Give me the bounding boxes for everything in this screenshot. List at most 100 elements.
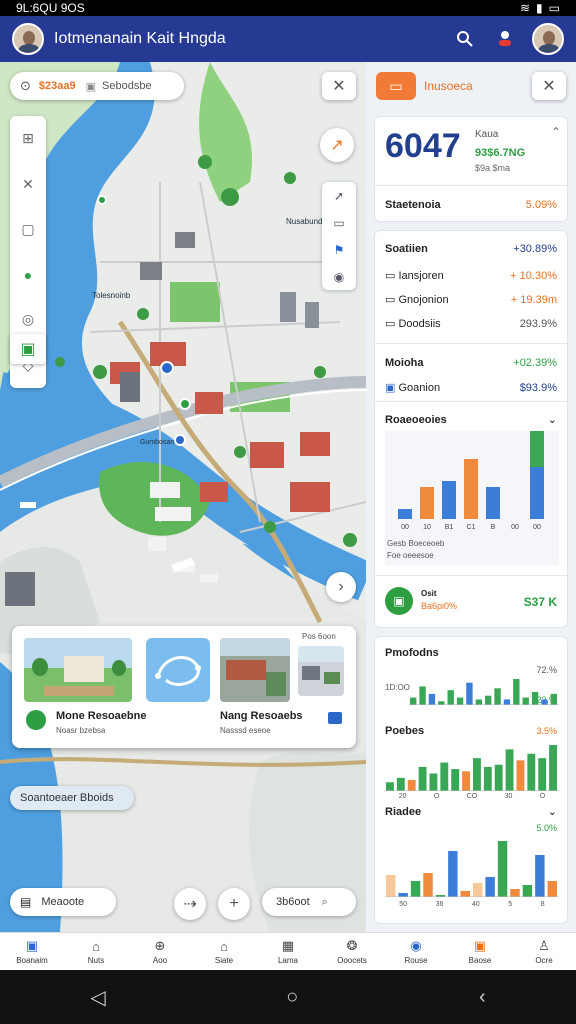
chevron-down-icon[interactable]: ⌄ (548, 805, 557, 818)
place-title[interactable]: Mone Resoaebne (56, 710, 146, 722)
zoom-in-button[interactable]: + (218, 888, 250, 920)
map-pin[interactable] (160, 361, 174, 375)
chart-bar (485, 877, 495, 897)
nav-tab[interactable]: ▦ Lama (256, 933, 320, 970)
price-label: $23aa9 (38, 80, 76, 92)
zoom-out-button[interactable]: ⇢ (174, 888, 206, 920)
chart-bar (460, 891, 470, 897)
active-layer-icon: ▣ (20, 341, 36, 358)
map-pin[interactable] (174, 434, 186, 446)
notification-icon[interactable] (492, 26, 518, 52)
panel-logo-icon[interactable]: ▭ (376, 72, 416, 100)
nav-tab[interactable]: ▣ Baose (448, 933, 512, 970)
insights-panel: ▭ Inusoeca ✕ 6047 Kaua 93$6.7NG $9a $ma … (366, 62, 576, 932)
status-icons: ≋ ▮ ▭ (520, 1, 560, 15)
list-icon[interactable]: ▭ (333, 216, 344, 230)
nav-tab[interactable]: ▣ Boanaim (0, 933, 64, 970)
chart-bar (410, 697, 417, 705)
next-arrow-button[interactable]: › (326, 572, 356, 602)
list-title-value: +30.89% (513, 243, 557, 255)
home-icon[interactable]: ○ (286, 986, 298, 1009)
panel-close-button[interactable]: ✕ (532, 72, 566, 100)
metric-label: Moioha (385, 357, 424, 369)
nav-tab[interactable]: ⊕ Aoo (128, 933, 192, 970)
headline-caption: Kaua (475, 129, 499, 140)
place-thumbnail[interactable] (298, 646, 344, 696)
chart-bar (538, 758, 547, 791)
place-thumbnail[interactable] (24, 638, 132, 702)
direction-icon[interactable]: ➚ (334, 189, 344, 203)
summary-label: Staetenoia (385, 199, 441, 211)
nav-tab-label: Nuts (87, 955, 105, 965)
target-icon[interactable]: ◎ (22, 311, 34, 328)
map-mode-pill[interactable]: ▤ Meaoote (10, 888, 116, 916)
nav-tab[interactable]: ⌂ Siate (192, 933, 256, 970)
nav-tab[interactable]: ⌂ Nuts (64, 933, 128, 970)
close-icon: ✕ (542, 78, 556, 95)
map-time-pill[interactable]: 3b6oot ⌕ (262, 888, 356, 916)
app-title: Iotmenanain Kait Hngda (54, 30, 226, 47)
place-thumbnail[interactable] (146, 638, 210, 702)
back-icon[interactable]: ◁ (90, 985, 105, 1010)
chevron-down-icon[interactable]: ⌄ (548, 413, 557, 426)
flag-icon[interactable]: ⚑ (334, 243, 345, 257)
nav-tab[interactable]: ◉ Rouse (384, 933, 448, 970)
place-subtitle: Nasssd eseoe (220, 726, 271, 735)
nav-tab[interactable]: ♙ Ocre (512, 933, 576, 970)
location-icon[interactable]: ● (24, 267, 32, 283)
area-chip[interactable]: Soantoeaer Bboids (10, 786, 134, 810)
map-mode-label: Meaoote (41, 896, 85, 908)
active-layer-button[interactable]: ▣ (10, 334, 46, 364)
chart-bar (438, 701, 445, 705)
close-icon[interactable]: ✕ (22, 176, 34, 193)
headline-card: 6047 Kaua 93$6.7NG $9a $ma ⌃ Staetenoia … (374, 116, 569, 222)
chart-bar (448, 851, 458, 897)
chart-bar (456, 697, 464, 705)
chevron-up-icon[interactable]: ⌃ (551, 125, 561, 139)
metrics-card: Soatiien +30.89% ▭ Iansjoren + 10.30% ▭ Gn… (374, 230, 569, 628)
chart-title: Poebes (385, 725, 425, 737)
map-close-button[interactable]: ✕ (322, 72, 356, 100)
chart-bar (429, 773, 438, 791)
profile-avatar[interactable] (532, 23, 564, 55)
chart-pct: 72.% (536, 665, 557, 675)
chart-bar (420, 487, 434, 519)
map-view[interactable]: Tolesnoinb Nusabunds Gumbosam ⊙ $23aa9 ▣… (0, 62, 366, 932)
layers-icon[interactable]: ⊞ (22, 130, 34, 147)
map-pin[interactable] (97, 195, 107, 205)
chart-bar (447, 690, 454, 705)
bookmark-icon[interactable] (328, 712, 342, 724)
list-item-value: + 10.30% (510, 269, 557, 282)
frame-icon[interactable]: ▢ (21, 221, 34, 238)
place-thumbnail[interactable] (220, 638, 290, 702)
chart-bar (494, 688, 501, 705)
chart-title: Roaeoeoies (385, 413, 447, 426)
nav-tab-label: Ooocets (337, 956, 367, 965)
chart-bar (396, 777, 405, 791)
nav-tab[interactable]: ❂ Ooocets (320, 933, 384, 970)
user-avatar[interactable] (12, 23, 44, 55)
badge-sub: Ba6pi0% (421, 601, 458, 611)
recents-icon[interactable]: ‹ (479, 986, 486, 1009)
map-search-pill[interactable]: ⊙ $23aa9 ▣ Sebodsbe (10, 72, 184, 100)
settings-icon[interactable]: ◉ (334, 270, 344, 284)
metric-value: $93.9% (519, 381, 557, 394)
gallery-icon: ❂ (346, 938, 358, 953)
search-icon[interactable] (452, 26, 478, 52)
chart-bar (483, 766, 492, 791)
nav-tab-label: Boanaim (16, 956, 48, 965)
badge-icon[interactable]: ▣ (385, 587, 413, 615)
chart-bar (440, 762, 449, 791)
map-label: Tolesnoinb (92, 291, 131, 300)
time-icon: ◉ (410, 938, 422, 953)
place-title[interactable]: Nang Resoaebs (220, 710, 303, 722)
chart-bar (486, 487, 500, 519)
chart-bar (410, 881, 421, 897)
map-pin[interactable] (179, 398, 191, 410)
location-icon: ⊙ (20, 78, 31, 93)
compass-button[interactable]: ↗ (320, 128, 354, 162)
list-item-label: ▭ Doodsiis (385, 318, 441, 330)
metric-value: +02.39% (513, 357, 557, 369)
chart-bar (473, 883, 483, 897)
map-mode-icon: ▤ (20, 895, 32, 909)
